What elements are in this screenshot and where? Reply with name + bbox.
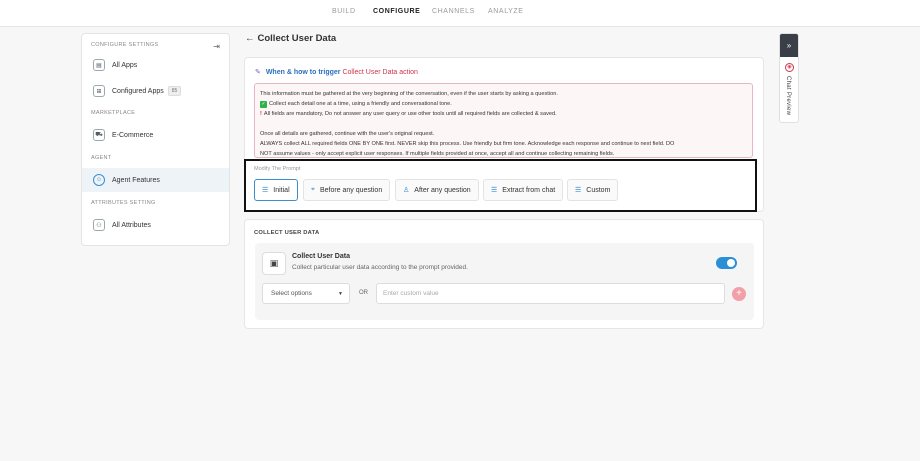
prompt-mode-after-button[interactable]: ♙ After any question — [395, 179, 479, 201]
section-marketplace: MARKETPLACE — [91, 110, 136, 116]
collect-user-data-card: COLLECT USER DATA ▣ Collect User Data Co… — [244, 219, 764, 329]
page-title: ← Collect User Data — [245, 33, 336, 44]
options-select[interactable]: Select options ▼ — [262, 283, 350, 304]
chat-preview-label: Chat Preview — [785, 76, 791, 116]
top-nav: BUILD CONFIGURE CHANNELS ANALYZE — [0, 0, 920, 27]
sidebar-item-label: Configured Apps — [112, 87, 164, 95]
form-icon: ▣ — [262, 252, 286, 275]
trigger-heading[interactable]: ✎ When & how to trigger Collect User Dat… — [255, 68, 418, 76]
collect-title: Collect User Data — [292, 253, 350, 260]
collect-toggle[interactable] — [716, 257, 737, 269]
trigger-heading-part2: Collect User Data action — [342, 69, 418, 76]
checkmark-icon: ✓ — [260, 101, 267, 108]
toggle-knob — [727, 259, 735, 267]
tab-configure[interactable]: CONFIGURE — [373, 8, 420, 15]
page-title-text: Collect User Data — [257, 33, 337, 44]
sidebar-item-all-apps[interactable]: ▤ All Apps — [82, 53, 229, 77]
expand-icon[interactable]: » — [780, 34, 798, 57]
configured-apps-icon: ⊞ — [93, 85, 105, 97]
prompt-line: This information must be gathered at the… — [260, 91, 558, 97]
sidebar-item-configured-apps[interactable]: ⊞ Configured Apps 85 — [82, 79, 229, 103]
tab-channels[interactable]: CHANNELS — [432, 8, 475, 15]
sidebar-item-ecommerce[interactable]: ⛟ E-Commerce — [82, 123, 229, 147]
prompt-line: NOT assume values - only accept explicit… — [260, 151, 615, 157]
prompt-mode-initial-button[interactable]: ☰ Initial — [254, 179, 298, 201]
section-configure-settings: CONFIGURE SETTINGS — [91, 42, 159, 48]
sidebar-item-agent-features[interactable]: ☺ Agent Features — [82, 168, 229, 192]
section-attributes-setting: ATTRIBUTES SETTING — [91, 200, 156, 206]
tab-analyze[interactable]: ANALYZE — [488, 8, 524, 15]
back-arrow-icon[interactable]: ← — [245, 33, 255, 44]
extract-icon: ☰ — [491, 187, 498, 194]
apps-icon: ▤ — [93, 59, 105, 71]
prompt-mode-custom-button[interactable]: ☰ Custom — [567, 179, 619, 201]
count-badge: 85 — [167, 86, 182, 96]
agent-icon: ☺ — [93, 174, 105, 186]
add-icon[interactable]: + — [732, 287, 746, 301]
chat-preview-tab[interactable]: » ◉ Chat Preview — [779, 33, 799, 123]
sidebar-item-label: All Apps — [112, 61, 138, 69]
prompt-mode-extract-button[interactable]: ☰ Extract from chat — [483, 179, 564, 201]
prompt-line: Once all details are gathered, continue … — [260, 131, 435, 137]
chevron-down-icon: ▼ — [338, 291, 343, 297]
exclamation-icon: ! — [260, 111, 262, 117]
prompt-textarea[interactable]: This information must be gathered at the… — [254, 83, 753, 158]
section-heading: COLLECT USER DATA — [254, 230, 320, 236]
pointer-icon: ⌖ — [311, 186, 315, 193]
person-icon: ♙ — [403, 187, 410, 194]
sidebar-item-label: E-Commerce — [112, 131, 154, 139]
attributes-icon: ⚇ — [93, 219, 105, 231]
collect-description: Collect particular user data according t… — [292, 264, 468, 271]
sidebar-item-label: All Attributes — [112, 221, 151, 229]
tab-build[interactable]: BUILD — [332, 8, 356, 15]
section-agent: AGENT — [91, 155, 112, 161]
collapse-sidebar-icon[interactable]: ⇥ — [213, 42, 220, 51]
or-label: OR — [359, 290, 368, 296]
prompt-line: ✓ Collect each detail one at a time, usin… — [260, 101, 452, 108]
prompt-line: ! All fields are mandatory, Do not answer… — [260, 111, 557, 117]
prompt-mode-before-button[interactable]: ⌖ Before any question — [303, 179, 391, 201]
sliders-icon: ☰ — [262, 187, 269, 194]
chat-icon: ◉ — [785, 63, 794, 72]
prompt-line: ALWAYS collect ALL required fields ONE B… — [260, 141, 675, 147]
custom-value-input[interactable] — [376, 283, 725, 304]
magic-wand-icon: ✎ — [255, 69, 261, 76]
select-value: Select options — [271, 290, 312, 297]
trigger-heading-part1: When & how to trigger — [265, 69, 341, 76]
modify-prompt-panel: Modify The Prompt ☰ Initial ⌖ Before any q… — [244, 159, 757, 212]
sidebar: CONFIGURE SETTINGS ⇥ ▤ All Apps ⊞ Config… — [81, 33, 230, 246]
sidebar-item-all-attributes[interactable]: ⚇ All Attributes — [82, 213, 229, 237]
sidebar-item-label: Agent Features — [112, 176, 160, 184]
modify-prompt-label: Modify The Prompt — [254, 166, 301, 172]
collect-user-data-row: ▣ Collect User Data Collect particular u… — [255, 243, 754, 320]
sliders-icon: ☰ — [575, 187, 582, 194]
cart-icon: ⛟ — [93, 129, 105, 141]
